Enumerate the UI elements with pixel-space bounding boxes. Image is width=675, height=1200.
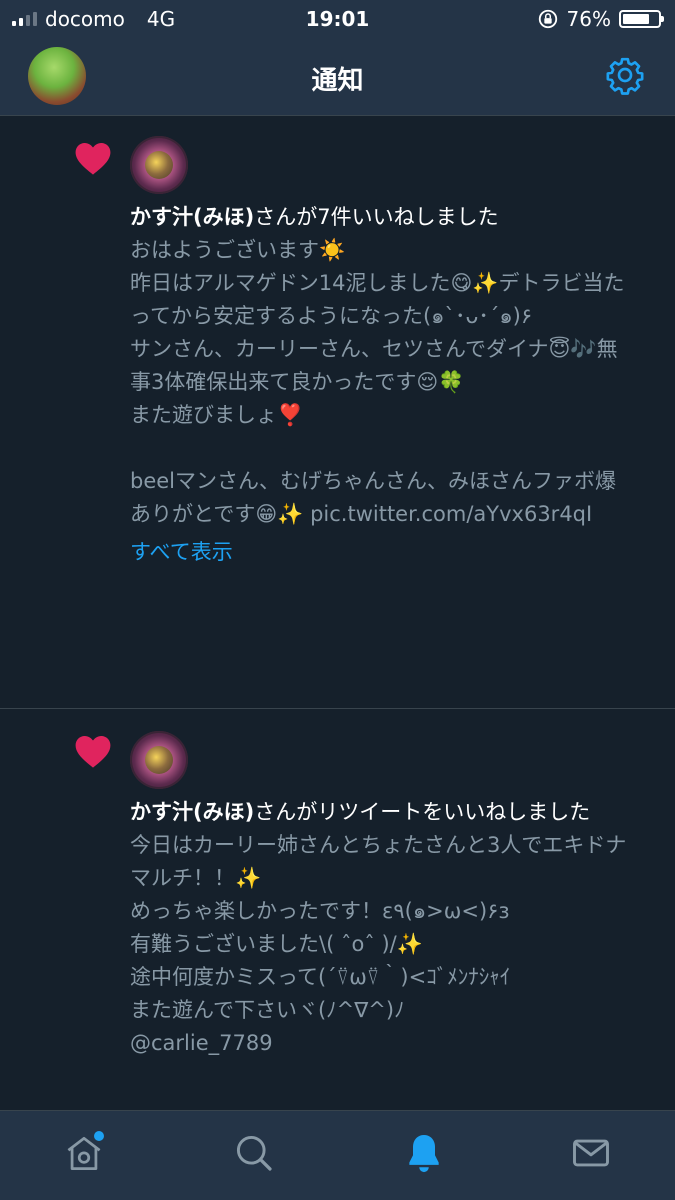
user-avatar[interactable] [130, 731, 188, 789]
user-name[interactable]: かす汁(みほ) [130, 205, 254, 229]
notification-action: さんが7件いいねしました [254, 205, 499, 229]
like-heart-icon [75, 735, 111, 768]
bottom-tab-bar [0, 1110, 675, 1200]
like-heart-icon [75, 142, 111, 175]
user-name[interactable]: かす汁(みほ) [130, 800, 254, 824]
battery-info: 76% [537, 7, 664, 31]
notification-content: かす汁(みほ)さんがリツイートをいいねしました 今日はカーリー姉さんとちょたさん… [130, 797, 630, 1060]
top-navigation-bar: 通知 [0, 40, 675, 116]
notifications-bell-icon[interactable] [402, 1131, 446, 1175]
notification-content: かす汁(みほ)さんが7件いいねしました おはようございます☀️ 昨日はアルマゲド… [130, 202, 630, 567]
tweet-text[interactable]: おはようございます☀️ 昨日はアルマゲドン14泥しました😋✨デトラビ当たってから… [130, 234, 630, 531]
search-tab-icon[interactable] [232, 1131, 276, 1175]
tweet-text[interactable]: 今日はカーリー姉さんとちょたさんと3人でエキドナマルチ！！✨ めっちゃ楽しかった… [130, 829, 630, 1060]
notification-headline: かす汁(みほ)さんが7件いいねしました [130, 202, 630, 232]
page-title: 通知 [311, 66, 364, 96]
status-bar: docomo 4G 19:01 76% [0, 0, 675, 40]
notifications-feed[interactable]: かす汁(みほ)さんが7件いいねしました おはようございます☀️ 昨日はアルマゲド… [0, 116, 675, 1110]
battery-icon [619, 10, 664, 28]
notification-headline: かす汁(みほ)さんがリツイートをいいねしました [130, 797, 630, 827]
rotation-lock-icon [538, 9, 557, 29]
notification-item[interactable]: かす汁(みほ)さんが7件いいねしました おはようございます☀️ 昨日はアルマゲド… [0, 116, 675, 709]
user-avatar[interactable] [130, 136, 188, 194]
show-all-link[interactable]: すべて表示 [130, 537, 630, 567]
messages-envelope-icon[interactable] [569, 1131, 613, 1175]
notification-item[interactable]: かす汁(みほ)さんがリツイートをいいねしました 今日はカーリー姉さんとちょたさん… [0, 709, 675, 1110]
home-new-indicator [94, 1131, 104, 1141]
battery-percent: 76% [566, 7, 611, 31]
notification-action: さんがリツイートをいいねしました [254, 800, 591, 824]
settings-gear-icon[interactable] [605, 55, 645, 95]
